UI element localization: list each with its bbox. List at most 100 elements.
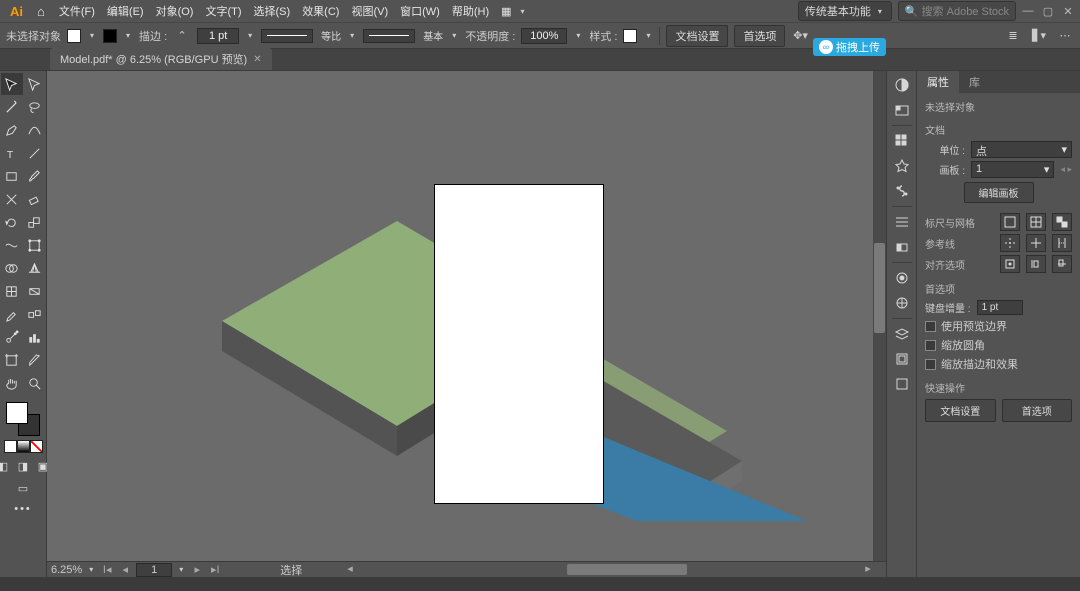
bridge-caret[interactable]: ▾	[518, 7, 528, 16]
transform-panel-icon[interactable]: ✥▾	[791, 27, 809, 45]
fill-color-box[interactable]	[6, 402, 28, 424]
canvas[interactable]: 6.25% ▾ I◂ ◂ 1 ▾ ▸ ▸I 选择 ◂ ▸	[47, 71, 886, 577]
snap-grid-icon[interactable]	[1052, 255, 1072, 273]
gradient-tool[interactable]	[24, 280, 46, 302]
transform-panel-icon2[interactable]	[892, 237, 912, 257]
eyedropper-tool[interactable]	[1, 303, 23, 325]
units-select[interactable]: 点▾	[971, 141, 1072, 158]
blend-tool[interactable]	[24, 303, 46, 325]
document-tab[interactable]: Model.pdf* @ 6.25% (RGB/GPU 预览) ✕	[50, 48, 272, 70]
zoom-caret[interactable]: ▾	[86, 565, 96, 574]
stroke-decrement[interactable]: ⌃	[173, 27, 191, 45]
edit-artboards-button[interactable]: 编辑画板	[964, 182, 1034, 203]
close-icon[interactable]: ✕	[1060, 5, 1076, 17]
keyboard-increment-input[interactable]: 1 pt	[977, 300, 1023, 315]
stroke-profile-2[interactable]	[363, 29, 415, 43]
brushes-panel-icon[interactable]	[892, 131, 912, 151]
workspace-switcher[interactable]: 传统基本功能 ▾	[798, 1, 892, 21]
mesh-tool[interactable]	[1, 280, 23, 302]
maximize-icon[interactable]: ▢	[1040, 5, 1056, 17]
shape-builder-tool[interactable]	[1, 257, 23, 279]
first-artboard-icon[interactable]: I◂	[100, 563, 114, 576]
hand-tool[interactable]	[1, 372, 23, 394]
gradient-mode[interactable]	[17, 440, 30, 453]
rotate-tool[interactable]	[1, 211, 23, 233]
menu-window[interactable]: 窗口(W)	[394, 0, 446, 22]
align-panel-icon[interactable]: ≣	[1004, 27, 1022, 45]
prev-artboard-icon[interactable]: ◂	[118, 563, 132, 576]
quick-doc-setup-button[interactable]: 文档设置	[925, 399, 996, 422]
eraser-tool[interactable]	[24, 188, 46, 210]
horizontal-scrollbar[interactable]: ◂ ▸	[357, 562, 873, 577]
preferences-button[interactable]: 首选项	[734, 25, 785, 47]
fill-caret[interactable]: ▾	[87, 31, 97, 40]
quick-preferences-button[interactable]: 首选项	[1002, 399, 1073, 422]
scale-corners-checkbox[interactable]: 缩放圆角	[925, 337, 1072, 353]
stroke-weight-caret[interactable]: ▾	[245, 31, 255, 40]
menu-select[interactable]: 选择(S)	[248, 0, 297, 22]
zoom-tool[interactable]	[24, 372, 46, 394]
stroke-weight-input[interactable]: 1 pt	[197, 28, 239, 44]
artboards-panel-icon[interactable]	[892, 374, 912, 394]
menu-type[interactable]: 文字(T)	[199, 0, 247, 22]
h-scroll-right-icon[interactable]: ▸	[861, 562, 875, 575]
menu-file[interactable]: 文件(F)	[53, 0, 101, 22]
graphic-styles-panel-icon[interactable]	[892, 293, 912, 313]
style-swatch[interactable]	[623, 29, 637, 43]
swatches-panel-icon[interactable]	[892, 100, 912, 120]
type-tool[interactable]: T	[1, 142, 23, 164]
width-tool[interactable]	[1, 234, 23, 256]
artboard-select[interactable]: 1▾	[971, 161, 1054, 178]
guides-lock-icon[interactable]	[1026, 234, 1046, 252]
magic-wand-tool[interactable]	[1, 96, 23, 118]
paintbrush-tool[interactable]	[24, 165, 46, 187]
direct-selection-tool[interactable]	[24, 73, 46, 95]
lasso-tool[interactable]	[24, 96, 46, 118]
menu-help[interactable]: 帮助(H)	[446, 0, 495, 22]
profile1-caret[interactable]: ▾	[347, 31, 357, 40]
transparency-grid-icon[interactable]	[1052, 213, 1072, 231]
arrange-docs-icon[interactable]: ▋▾	[1030, 27, 1048, 45]
fill-swatch[interactable]	[67, 29, 81, 43]
artboard-tool[interactable]	[1, 349, 23, 371]
vertical-scrollbar[interactable]	[873, 71, 886, 561]
symbol-sprayer-tool[interactable]	[1, 326, 23, 348]
document-setup-button[interactable]: 文档设置	[666, 25, 728, 47]
menu-effect[interactable]: 效果(C)	[296, 0, 345, 22]
screen-mode-icon[interactable]: ▭	[14, 479, 32, 497]
ruler-toggle-icon[interactable]	[1000, 213, 1020, 231]
h-scroll-left-icon[interactable]: ◂	[343, 562, 357, 575]
grid-toggle-icon[interactable]	[1026, 213, 1046, 231]
column-graph-tool[interactable]	[24, 326, 46, 348]
smart-guides-icon[interactable]	[1052, 234, 1072, 252]
tab-libraries[interactable]: 库	[959, 71, 990, 93]
toolbar-edit-icon[interactable]: •••	[14, 503, 32, 515]
draw-normal-icon[interactable]: ◧	[0, 457, 12, 475]
minimize-icon[interactable]: —	[1020, 5, 1036, 17]
menu-edit[interactable]: 编辑(E)	[101, 0, 150, 22]
asset-export-panel-icon[interactable]	[892, 349, 912, 369]
menu-view[interactable]: 视图(V)	[345, 0, 394, 22]
scale-tool[interactable]	[24, 211, 46, 233]
artboard-nav-icons[interactable]: ◂ ▸	[1060, 164, 1072, 175]
stroke-profile-1[interactable]	[261, 29, 313, 43]
home-icon[interactable]: ⌂	[29, 4, 53, 19]
guides-visibility-icon[interactable]	[1000, 234, 1020, 252]
opacity-caret[interactable]: ▾	[573, 31, 583, 40]
pen-tool[interactable]	[1, 119, 23, 141]
layers-panel-icon[interactable]	[892, 324, 912, 344]
stroke-caret[interactable]: ▾	[123, 31, 133, 40]
artboard-number-input[interactable]: 1	[136, 563, 172, 577]
use-preview-bounds-checkbox[interactable]: 使用预览边界	[925, 318, 1072, 334]
selection-tool[interactable]	[1, 73, 23, 95]
symbols-panel-icon[interactable]	[892, 156, 912, 176]
stroke-panel-icon[interactable]	[892, 181, 912, 201]
tab-properties[interactable]: 属性	[917, 71, 959, 93]
stroke-swatch[interactable]	[103, 29, 117, 43]
style-caret[interactable]: ▾	[643, 31, 653, 40]
appearance-panel-icon[interactable]	[892, 268, 912, 288]
stock-search[interactable]: 🔍 搜索 Adobe Stock	[898, 1, 1016, 21]
free-transform-tool[interactable]	[24, 234, 46, 256]
bridge-icon[interactable]: ▦	[495, 0, 517, 22]
fill-stroke-control[interactable]	[6, 402, 40, 436]
